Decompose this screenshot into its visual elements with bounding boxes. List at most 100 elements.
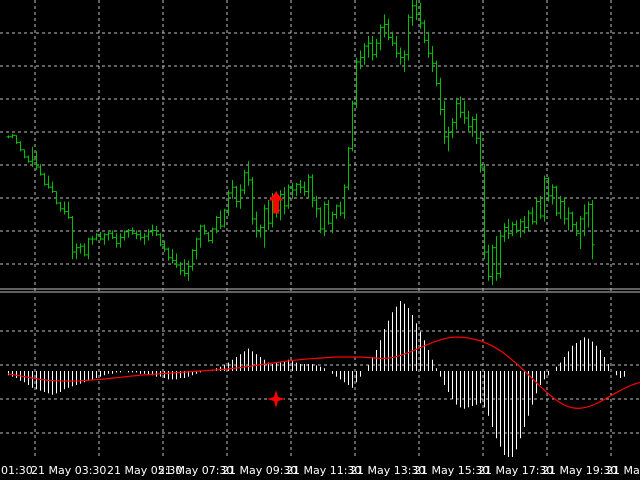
price-bar [174, 253, 179, 268]
price-bar [390, 31, 395, 47]
price-bar [478, 132, 483, 173]
price-bar [434, 60, 439, 87]
price-bar [190, 249, 195, 271]
price-bar [342, 184, 347, 219]
price-bar [66, 201, 71, 219]
x-tick-label: 01:30 [1, 464, 33, 477]
price-bar [146, 228, 151, 241]
price-bar [118, 233, 123, 248]
price-panel[interactable] [0, 0, 640, 293]
price-bar [6, 135, 11, 139]
price-bar [250, 177, 255, 225]
trading-chart-window[interactable]: 01:30 21 May 03:30 21 May 05:30 21 May 0… [0, 0, 640, 480]
price-bar [194, 237, 199, 260]
price-bar [502, 223, 507, 242]
price-bar [410, 0, 415, 26]
price-bar [170, 249, 175, 264]
price-bar [198, 224, 203, 248]
price-bar [302, 181, 307, 196]
price-bar [442, 100, 447, 144]
price-bar [330, 211, 335, 234]
time-axis: 01:30 21 May 03:30 21 May 05:30 21 May 0… [1, 464, 640, 477]
price-bar [590, 200, 595, 260]
price-bar [26, 155, 31, 163]
price-bar [374, 38, 379, 58]
price-bar [574, 221, 579, 237]
x-tick-label: 21 May [606, 464, 640, 477]
price-bar [230, 180, 235, 199]
price-bar [18, 141, 23, 152]
price-bar [466, 110, 471, 133]
price-bar [314, 195, 319, 218]
price-bar [62, 201, 67, 215]
signal-star-icon [267, 390, 285, 408]
price-bar [238, 184, 243, 209]
price-bar [82, 243, 87, 257]
price-bar [366, 36, 371, 58]
price-bar [394, 36, 399, 58]
price-bar [254, 211, 259, 238]
price-bar [206, 231, 211, 242]
price-bar [298, 180, 303, 193]
oscillator-panel[interactable] [0, 297, 640, 457]
price-bar [354, 57, 359, 108]
price-bar [370, 36, 375, 61]
price-bar [262, 204, 267, 248]
price-bar [506, 218, 511, 240]
price-bar [414, 0, 419, 21]
x-tick-label: 21 May 03:30 [31, 464, 106, 477]
price-bar [526, 210, 531, 231]
price-bar [486, 244, 491, 281]
price-bar [498, 231, 503, 278]
price-bar [450, 118, 455, 139]
price-bar [210, 227, 215, 244]
price-bar [266, 200, 271, 231]
price-bar [38, 164, 43, 176]
price-bar [70, 216, 75, 260]
price-bar [446, 126, 451, 152]
signal-line [7, 336, 640, 409]
price-bar [42, 172, 47, 186]
price-bar [94, 233, 99, 241]
price-bar [318, 207, 323, 234]
price-bar [114, 233, 119, 248]
price-bar [538, 195, 543, 219]
price-bar [142, 233, 147, 245]
price-bar [578, 216, 583, 250]
price-bar [126, 228, 131, 238]
price-bar [326, 200, 331, 225]
price-bar [90, 236, 95, 245]
price-bar [402, 50, 407, 72]
price-bar [278, 190, 283, 221]
price-bar [406, 14, 411, 61]
price-bar [550, 184, 555, 205]
price-bar [50, 181, 55, 193]
price-bar [202, 224, 207, 235]
price-bar [362, 43, 367, 65]
price-bar [222, 208, 227, 228]
price-bar [378, 24, 383, 51]
price-bar [58, 201, 63, 212]
price-bar [438, 77, 443, 116]
price-bar [334, 204, 339, 219]
price-bar [430, 46, 435, 72]
price-bar [234, 185, 239, 208]
price-bar [534, 198, 539, 225]
price-bar [494, 236, 499, 281]
price-bar [282, 187, 287, 215]
price-bar [426, 31, 431, 58]
price-bar [510, 221, 515, 237]
price-bar [346, 146, 351, 191]
price-bar [306, 174, 311, 199]
price-bar [106, 230, 111, 241]
price-bar [350, 100, 355, 152]
price-bar [542, 175, 547, 222]
price-bar [562, 198, 567, 225]
price-bar [454, 97, 459, 130]
price-bar [558, 195, 563, 219]
price-bar [110, 230, 115, 240]
price-bar [566, 207, 571, 231]
price-bar [242, 169, 247, 195]
price-bar [30, 146, 35, 168]
price-bar [22, 149, 27, 159]
